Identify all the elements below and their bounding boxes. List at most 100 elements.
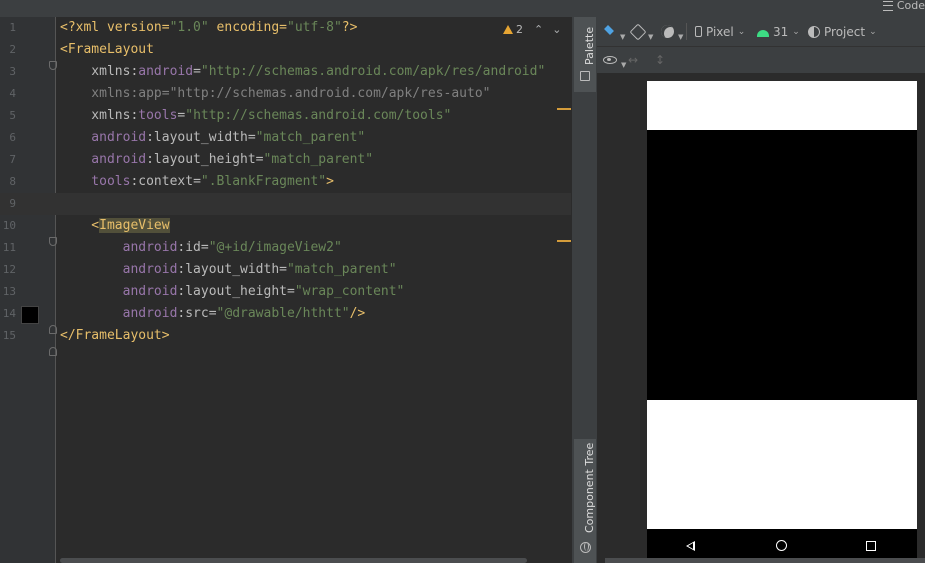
fold-open-icon[interactable]	[49, 237, 57, 246]
code-token: "match_parent"	[286, 262, 397, 277]
device-selector[interactable]: Pixel ⌄	[695, 17, 745, 46]
line-number: 9	[9, 197, 16, 210]
image-view-preview[interactable]	[647, 130, 917, 400]
line-number: 1	[9, 21, 16, 34]
code-line[interactable]: 7 android:layout_height="match_parent"	[0, 149, 571, 171]
chevron-up-icon[interactable]: ⌃	[534, 23, 543, 36]
code-token: android	[60, 284, 178, 299]
code-line[interactable]: 4 xmlns:app="http://schemas.android.com/…	[0, 83, 571, 105]
code-text: android:layout_width="match_parent"	[60, 262, 397, 277]
vertical-resize-icon[interactable]: ↕	[655, 47, 665, 73]
code-token: ".BlankFragment"	[200, 174, 327, 189]
component-tree-tab[interactable]: Component Tree	[574, 439, 596, 563]
code-text: xmlns:android="http://schemas.android.co…	[60, 64, 545, 79]
component-tree-label: Component Tree	[583, 442, 596, 533]
code-editor[interactable]: 1 <?xml version="1.0" encoding="utf-8"?> 2…	[0, 17, 571, 563]
theme-project-icon	[808, 25, 820, 38]
code-token: tools	[138, 108, 178, 123]
code-line[interactable]: 3 xmlns:android="http://schemas.android.…	[0, 61, 571, 83]
code-line[interactable]: 9	[0, 193, 571, 215]
caret-icon: ▼	[648, 32, 654, 41]
code-token: "@+id/imageView2"	[208, 240, 342, 255]
caret-icon: ▼	[678, 32, 684, 41]
code-token: android	[60, 240, 178, 255]
palette-tab[interactable]: Palette	[574, 17, 596, 92]
code-token: >	[326, 174, 334, 189]
drawable-preview-swatch[interactable]	[21, 306, 39, 324]
horizontal-resize-icon[interactable]: ↔	[628, 47, 638, 73]
code-view-label: Code	[896, 0, 925, 12]
code-token: <	[60, 218, 100, 233]
code-text: <FrameLayout	[60, 42, 154, 57]
scroll-marker[interactable]	[557, 108, 571, 110]
code-line[interactable]: 5 xmlns:tools="http://schemas.android.co…	[0, 105, 571, 127]
code-text: android:id="@+id/imageView2"	[60, 240, 342, 255]
side-tool-strip: Palette Component Tree	[571, 17, 598, 563]
palette-label: Palette	[583, 26, 596, 65]
theme-selector[interactable]: Project ⌄	[808, 17, 877, 46]
code-token: :layout_width=	[177, 262, 287, 277]
line-number: 13	[2, 285, 16, 298]
code-view-button[interactable]: Code	[882, 0, 925, 14]
code-text: xmlns:tools="http://schemas.android.com/…	[60, 108, 451, 123]
code-token: android	[60, 306, 178, 321]
line-number: 3	[9, 65, 16, 78]
line-number: 7	[9, 153, 16, 166]
code-text: tools:context=".BlankFragment">	[60, 174, 334, 189]
preview-scrollbar[interactable]	[605, 558, 925, 563]
code-line[interactable]: 8 tools:context=".BlankFragment">	[0, 171, 571, 193]
recents-icon[interactable]	[866, 541, 876, 551]
code-line[interactable]: 11 android:id="@+id/imageView2"	[0, 237, 571, 259]
code-token: :layout_height=	[177, 284, 295, 299]
code-token: ImageView	[99, 218, 170, 233]
fold-close-icon[interactable]	[49, 325, 57, 334]
code-token: :context=	[130, 174, 201, 189]
back-icon[interactable]	[686, 541, 695, 551]
code-token: :src=	[177, 306, 217, 321]
code-line[interactable]: 13 android:layout_height="wrap_content"	[0, 281, 571, 303]
code-line[interactable]: 14 android:src="@drawable/hthtt"/>	[0, 303, 571, 325]
code-token: "match_parent"	[263, 152, 374, 167]
code-token: xmlns:	[60, 64, 139, 79]
code-token: ?>	[341, 20, 358, 35]
code-token: encoding=	[208, 20, 287, 35]
code-token: <FrameLayout	[60, 42, 154, 57]
code-token: :layout_width=	[146, 130, 256, 145]
line-number: 15	[2, 329, 16, 342]
code-line[interactable]: 12 android:layout_width="match_parent"	[0, 259, 571, 281]
inspection-widget[interactable]: 2 ⌃ ⌄	[503, 23, 561, 36]
code-line[interactable]: 15 </FrameLayout>	[0, 325, 571, 347]
caret-icon: ▼	[620, 32, 626, 41]
code-line[interactable]: 6 android:layout_width="match_parent"	[0, 127, 571, 149]
code-token: android	[138, 64, 194, 79]
chevron-down-icon: ⌄	[792, 26, 800, 37]
chevron-down-icon: ⌄	[869, 26, 877, 37]
home-icon[interactable]	[776, 540, 787, 551]
code-token: "utf-8"	[287, 20, 342, 35]
code-token: "http://schemas.android.com/apk/res/andr…	[200, 64, 546, 79]
code-text: android:layout_height="wrap_content"	[60, 284, 405, 299]
code-text: android:layout_width="match_parent"	[60, 130, 365, 145]
night-mode-button[interactable]: ▼	[661, 17, 683, 46]
api-level-label: 31	[773, 24, 789, 39]
api-level-selector[interactable]: 31 ⌄	[757, 17, 800, 46]
code-line[interactable]: 2 <FrameLayout	[0, 39, 571, 61]
code-token: <?xml version=	[60, 20, 170, 35]
code-text: </FrameLayout>	[60, 328, 170, 343]
scroll-marker[interactable]	[557, 240, 571, 242]
view-options-bar: ▼ ↔ ↕	[597, 47, 925, 73]
view-options-button[interactable]: ▼	[603, 47, 626, 73]
horizontal-scrollbar[interactable]	[60, 558, 527, 563]
fold-open-icon[interactable]	[49, 61, 57, 70]
caret-icon: ▼	[621, 61, 627, 69]
orientation-button[interactable]: ▼	[629, 17, 654, 46]
code-line[interactable]: 1 <?xml version="1.0" encoding="utf-8"?>	[0, 17, 571, 39]
hamburger-icon	[882, 0, 893, 11]
design-surface-button[interactable]: ▼	[602, 17, 625, 46]
fold-close-icon[interactable]	[49, 347, 57, 356]
code-token: android	[60, 152, 147, 167]
device-preview[interactable]	[647, 81, 917, 563]
chevron-down-icon[interactable]: ⌄	[552, 23, 561, 36]
code-token: android	[60, 130, 147, 145]
code-line[interactable]: 10 <ImageView	[0, 215, 571, 237]
